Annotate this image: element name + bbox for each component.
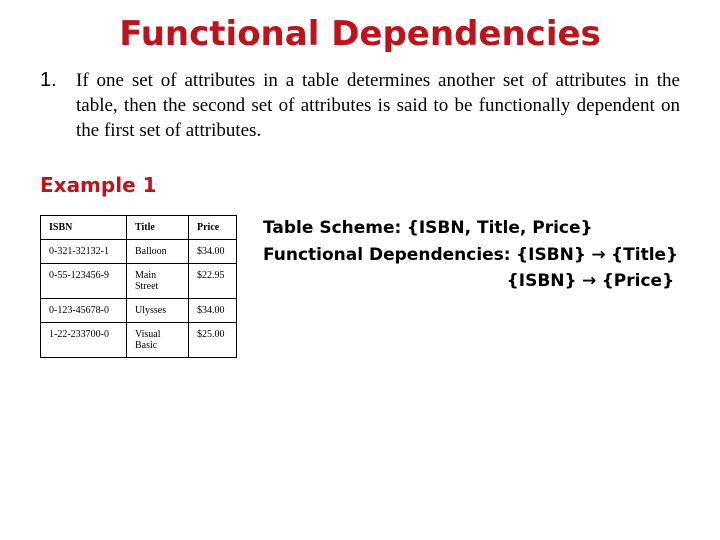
cell-isbn: 0-55-123456-9: [41, 264, 127, 299]
cell-price: $34.00: [189, 299, 237, 323]
fd-description: Table Scheme: {ISBN, Title, Price} Funct…: [263, 215, 678, 294]
fd2-rhs: {Price}: [602, 271, 674, 291]
fd-line-title: Functional Dependencies: {ISBN} → {Title…: [263, 242, 678, 268]
fd2-lhs: {ISBN}: [507, 271, 577, 291]
table-row: 0-321-32132-1 Balloon $34.00: [41, 240, 237, 264]
example-heading: Example 1: [40, 173, 680, 197]
fd1-rhs: {Title}: [611, 245, 678, 265]
cell-isbn: 0-123-45678-0: [41, 299, 127, 323]
page-title: Functional Dependencies: [40, 14, 680, 54]
table-row: 0-55-123456-9 Main Street $22.95: [41, 264, 237, 299]
cell-title: Visual Basic: [127, 323, 189, 358]
arrow-icon: →: [591, 245, 605, 265]
fd1-lhs: {ISBN}: [516, 245, 586, 265]
table-row: 0-123-45678-0 Ulysses $34.00: [41, 299, 237, 323]
cell-price: $34.00: [189, 240, 237, 264]
cell-title: Ulysses: [127, 299, 189, 323]
books-table: ISBN Title Price 0-321-32132-1 Balloon $…: [40, 215, 237, 358]
cell-isbn: 0-321-32132-1: [41, 240, 127, 264]
cell-price: $25.00: [189, 323, 237, 358]
cell-title: Main Street: [127, 264, 189, 299]
fd-label: Functional Dependencies:: [263, 245, 511, 265]
definition-block: 1. If one set of attributes in a table d…: [40, 68, 680, 143]
col-price: Price: [189, 216, 237, 240]
example-content: ISBN Title Price 0-321-32132-1 Balloon $…: [40, 215, 680, 358]
definition-text: If one set of attributes in a table dete…: [76, 68, 680, 143]
table-row: 1-22-233700-0 Visual Basic $25.00: [41, 323, 237, 358]
table-scheme-line: Table Scheme: {ISBN, Title, Price}: [263, 215, 678, 241]
cell-title: Balloon: [127, 240, 189, 264]
scheme-value: {ISBN, Title, Price}: [407, 218, 593, 238]
definition-number: 1.: [40, 68, 76, 143]
fd-line-price: {ISBN} → {Price}: [263, 268, 678, 294]
cell-price: $22.95: [189, 264, 237, 299]
scheme-label: Table Scheme:: [263, 218, 401, 238]
col-isbn: ISBN: [41, 216, 127, 240]
col-title: Title: [127, 216, 189, 240]
cell-isbn: 1-22-233700-0: [41, 323, 127, 358]
arrow-icon: →: [582, 271, 596, 291]
table-header-row: ISBN Title Price: [41, 216, 237, 240]
